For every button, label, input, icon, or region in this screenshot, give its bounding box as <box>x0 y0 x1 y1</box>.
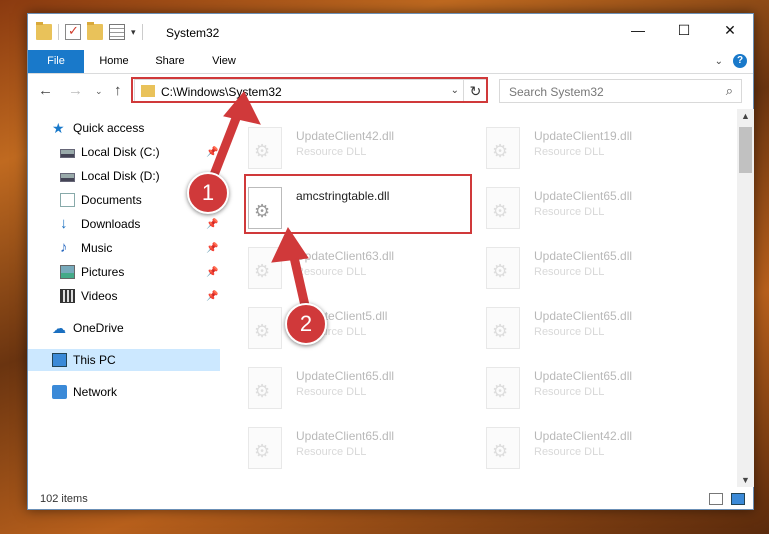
arrow-head-address-bar <box>223 91 261 125</box>
step-2-badge: 2 <box>285 303 327 345</box>
step-1-badge: 1 <box>187 172 229 214</box>
annotation-arrows <box>207 91 311 311</box>
arrow-head-file <box>271 226 309 263</box>
